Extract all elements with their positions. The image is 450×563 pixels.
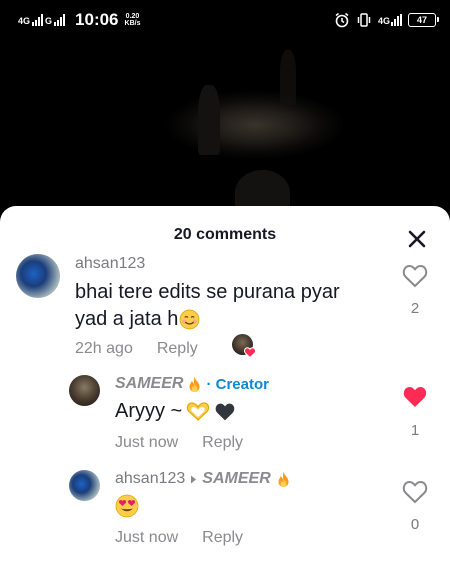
comment-username[interactable]: ahsan123 [115, 470, 185, 488]
like-button-heart-icon[interactable] [402, 264, 428, 288]
network-type: 4G [18, 16, 31, 26]
comment-text: bhai tere edits se purana pyar yad a jat… [75, 279, 375, 333]
vibrate-icon [357, 13, 371, 27]
close-icon[interactable] [405, 227, 429, 251]
creator-liked-badge [232, 334, 256, 358]
comment-text-line: yad a jata h [75, 308, 179, 330]
comment-username[interactable]: SAMEER [115, 375, 183, 393]
status-left: 4G G 10:06 0.20 KB/s [18, 10, 140, 30]
comment-time: Just now [115, 529, 179, 546]
comment-time: Just now [115, 434, 179, 451]
like-count: 1 [410, 422, 420, 439]
reply-button[interactable]: Reply [157, 340, 198, 357]
signal-icon-right [391, 14, 402, 26]
net-speed-unit: KB/s [124, 20, 141, 27]
comment-text [115, 494, 139, 526]
reply-to-username[interactable]: SAMEER [202, 470, 270, 488]
alarm-icon [335, 12, 349, 28]
video-figure [280, 50, 296, 105]
comment-username-row: SAMEER · Creator [115, 375, 269, 393]
like-count: 0 [410, 516, 420, 533]
comment-username-row: ahsan123 SAMEER [115, 470, 291, 488]
smiling-face-emoji [180, 309, 200, 330]
comment-text: Aryyy ~ [115, 400, 183, 422]
comment-meta: Just now Reply [115, 434, 243, 452]
avatar[interactable] [16, 254, 60, 298]
reply-button[interactable]: Reply [202, 434, 243, 451]
video-player[interactable] [0, 40, 450, 215]
like-button-heart-icon[interactable] [402, 480, 428, 504]
reply-button[interactable]: Reply [202, 529, 243, 546]
battery-icon: 47 [408, 13, 439, 27]
net-speed: 0.20 KB/s [125, 13, 141, 27]
comment-meta: Just now Reply [115, 529, 243, 547]
status-bar: 4G G 10:06 0.20 KB/s 4G 47 [0, 0, 450, 40]
heart-icon [244, 347, 256, 358]
comments-sheet: 20 comments ahsan123 bhai tere edits se … [0, 206, 450, 563]
clock: 10:06 [75, 10, 119, 29]
like-count: 2 [410, 300, 420, 317]
reply-arrow-icon [191, 475, 197, 483]
comment-time: 22h ago [75, 340, 133, 357]
like-button-heart-icon[interactable] [402, 385, 428, 409]
comment-meta: 22h ago Reply [75, 340, 198, 358]
network-type-secondary: G [45, 16, 53, 26]
heart-hands-emoji [187, 401, 210, 421]
avatar[interactable] [69, 375, 100, 406]
fire-emoji [278, 471, 289, 487]
avatar[interactable] [69, 470, 100, 501]
video-figure [198, 85, 220, 155]
signal-icon [32, 14, 44, 26]
comments-count-title: 20 comments [173, 226, 277, 243]
net-speed-value: 0.20 [125, 13, 140, 20]
comment-username[interactable]: ahsan123 [75, 255, 145, 273]
black-heart-emoji [215, 403, 235, 420]
signal-right: 4G [378, 14, 402, 26]
heart-eyes-emoji [115, 494, 139, 518]
comment-text-row: Aryyy ~ [115, 398, 236, 425]
signal-icon-secondary [54, 14, 66, 26]
fire-emoji [189, 376, 200, 392]
network-type-right: 4G [377, 16, 390, 26]
comment-text-line-wrap: yad a jata h [75, 306, 375, 333]
comment-text-line: bhai tere edits se purana pyar [75, 281, 340, 303]
status-right: 4G 47 [334, 12, 439, 28]
network-indicator: 4G G [18, 14, 66, 26]
creator-badge: · Creator [206, 375, 269, 393]
